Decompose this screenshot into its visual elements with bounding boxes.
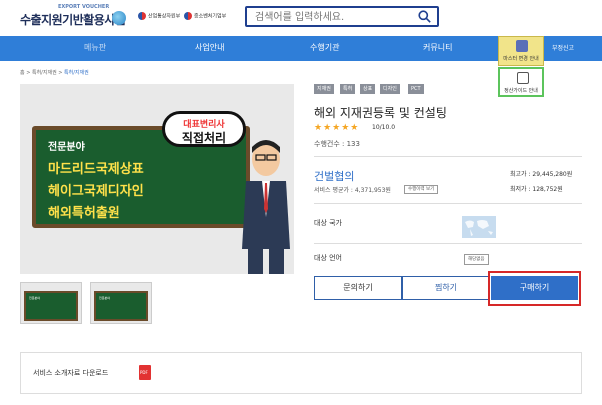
master-change-notice[interactable]: 마스터 변경 안내 (498, 36, 544, 66)
nav-item-business[interactable]: 사업안내 (195, 42, 224, 53)
tag[interactable]: 지재권 (314, 84, 334, 94)
board-line-3: 해외특허출원 (48, 206, 120, 221)
search-input[interactable] (255, 10, 415, 24)
speech-bubble: 대표변리사 직접처리 (162, 111, 246, 147)
buy-button-highlight (488, 271, 581, 306)
breadcrumb-item[interactable]: 특허/지재권 (32, 70, 57, 76)
max-price: 최고가 : 29,445,280원 (510, 171, 573, 178)
tag[interactable]: PCT (408, 84, 424, 94)
settlement-guide-label: 정산가이드 안내 (504, 88, 538, 94)
report-link[interactable]: 부정신고 (552, 43, 574, 52)
nav-item-menu[interactable]: 메뉴판 (84, 42, 106, 53)
history-button[interactable]: 수행이력 보기 (404, 185, 439, 194)
download-section: 서비스 소개자료 다운로드 PDF (20, 352, 582, 394)
breadcrumb-item[interactable]: 특허/지재권 (64, 70, 89, 76)
tag[interactable]: 상표 (360, 84, 376, 94)
breadcrumb: 홈 > 특허/지재권 > 특허/지재권 (20, 69, 89, 76)
divider (314, 243, 582, 244)
rating-stars: ★★★★★ (314, 123, 360, 133)
bubble-line-2: 직접처리 (181, 131, 227, 145)
nav-item-community[interactable]: 커뮤니티 (423, 42, 452, 53)
taegeuk-icon (184, 12, 192, 20)
gov-badge-label: 산업통상자원부 (148, 13, 181, 20)
settlement-guide[interactable]: 정산가이드 안내 (498, 67, 544, 97)
pdf-icon-label: PDF (140, 370, 148, 375)
site-header: EXPORT VOUCHER 수출지원기반활용사업 산업통상자원부 중소벤처기업… (0, 0, 602, 36)
search-box (245, 6, 439, 27)
divider (314, 203, 582, 204)
lawyer-illustration (242, 140, 290, 274)
target-country-label: 대상 국가 (314, 219, 342, 227)
average-price: 서비스 평균가 : 4,371,953원 (314, 187, 391, 194)
gov-badge-mss[interactable]: 중소벤처기업부 (184, 12, 226, 20)
rating-score: 10/10.0 (372, 124, 396, 131)
logo-title: 수출지원기반활용사업 (20, 13, 126, 27)
search-icon[interactable] (418, 10, 431, 23)
target-language-label: 대상 언어 (314, 254, 342, 262)
language-value-badge: 해당없음 (464, 254, 489, 265)
download-label: 서비스 소개자료 다운로드 (33, 369, 109, 377)
thumbnail-label: 전문분야 (29, 296, 41, 300)
document-icon (517, 72, 529, 84)
taegeuk-icon (138, 12, 146, 20)
divider (314, 156, 582, 157)
product-main-image: 전문분야 마드리드국제상표 헤이그국제디자인 해외특허출원 대표변리사 직접처리 (20, 84, 294, 274)
thumbnail-label: 전문분야 (99, 296, 111, 300)
board-label: 전문분야 (48, 142, 85, 153)
company-name[interactable]: 건벌협의 (314, 168, 354, 184)
wishlist-button[interactable]: 찜하기 (402, 276, 490, 300)
globe-icon (112, 11, 126, 25)
inquiry-button[interactable]: 문의하기 (314, 276, 402, 300)
user-icon (516, 40, 528, 52)
thumbnail-board: 전문분야 (94, 291, 148, 321)
product-title: 해외 지재권등록 및 컨설팅 (314, 106, 447, 120)
gov-badge-label: 중소벤처기업부 (194, 13, 227, 20)
thumbnail-1[interactable]: 전문분야 (20, 282, 82, 324)
execution-count: 수행건수 : 133 (314, 140, 360, 148)
world-map-graphic (465, 220, 493, 236)
logo-subtitle: EXPORT VOUCHER (58, 4, 110, 10)
gov-badge-motie[interactable]: 산업통상자원부 (138, 12, 180, 20)
board-line-2: 헤이그국제디자인 (48, 184, 144, 199)
master-change-label: 마스터 변경 안내 (503, 56, 539, 62)
thumbnail-2[interactable]: 전문분야 (90, 282, 152, 324)
pdf-icon[interactable]: PDF (139, 365, 151, 380)
thumbnail-board: 전문분야 (24, 291, 78, 321)
min-price: 최저가 : 128,752원 (510, 186, 563, 193)
board-line-1: 마드리드국제상표 (48, 162, 144, 177)
world-map-icon (462, 216, 496, 238)
tag[interactable]: 디자인 (380, 84, 400, 94)
nav-item-agency[interactable]: 수행기관 (310, 42, 339, 53)
breadcrumb-home[interactable]: 홈 (20, 70, 25, 76)
tag[interactable]: 특허 (340, 84, 356, 94)
